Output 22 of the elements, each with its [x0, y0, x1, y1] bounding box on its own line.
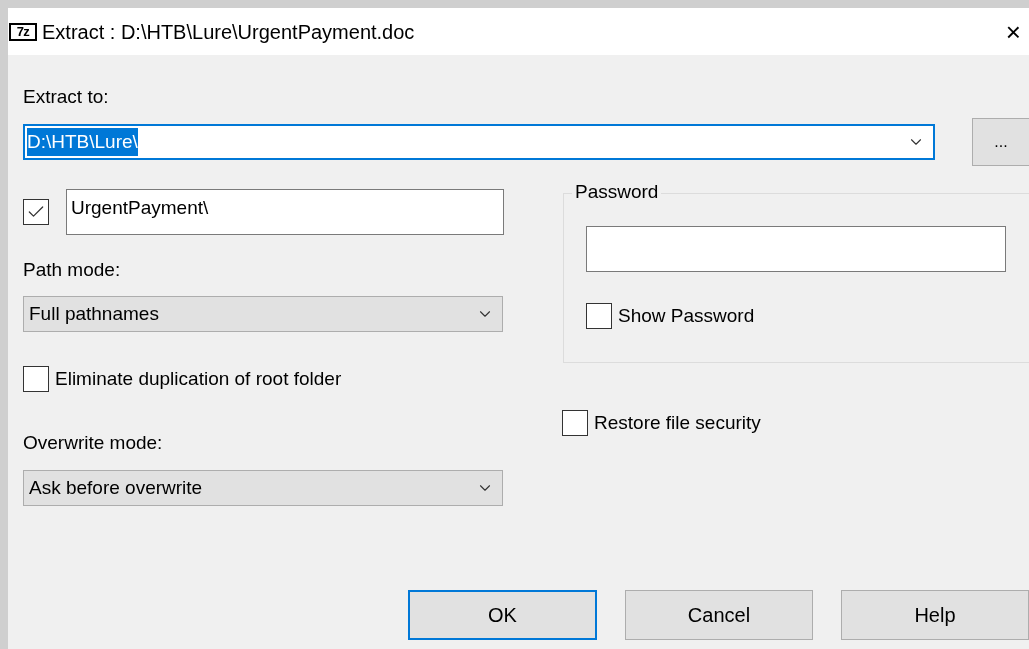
path-mode-dropdown[interactable]: Full pathnames — [23, 296, 503, 332]
dialog-button[interactable]: Help — [841, 590, 1029, 640]
extract-path-combobox[interactable]: D:\HTB\Lure\ — [23, 124, 935, 160]
browse-button[interactable]: ... — [972, 118, 1029, 166]
overwrite-mode-label: Overwrite mode: — [23, 431, 163, 455]
path-mode-label: Path mode: — [23, 258, 121, 282]
overwrite-mode-dropdown[interactable]: Ask before overwrite — [23, 470, 503, 506]
extract-to-label: Extract to: — [23, 85, 109, 109]
subfolder-checkbox[interactable] — [23, 199, 49, 225]
restore-security-checkbox[interactable] — [562, 410, 588, 436]
eliminate-duplication-checkbox[interactable] — [23, 366, 49, 392]
app-logo: 7z — [9, 22, 37, 41]
dialog-button[interactable]: OK — [408, 590, 597, 640]
subfolder-field[interactable]: UrgentPayment\ — [66, 189, 504, 235]
password-field[interactable] — [586, 226, 1006, 272]
dialog-button[interactable]: Cancel — [625, 590, 813, 640]
show-password-checkbox[interactable] — [586, 303, 612, 329]
eliminate-duplication-label: Eliminate duplication of root folder — [55, 366, 342, 391]
window-title: Extract : D:\HTB\Lure\UrgentPayment.doc — [42, 19, 415, 45]
show-password-label: Show Password — [618, 303, 755, 328]
restore-security-label: Restore file security — [594, 410, 761, 435]
close-button[interactable]: × — [1005, 18, 1021, 45]
